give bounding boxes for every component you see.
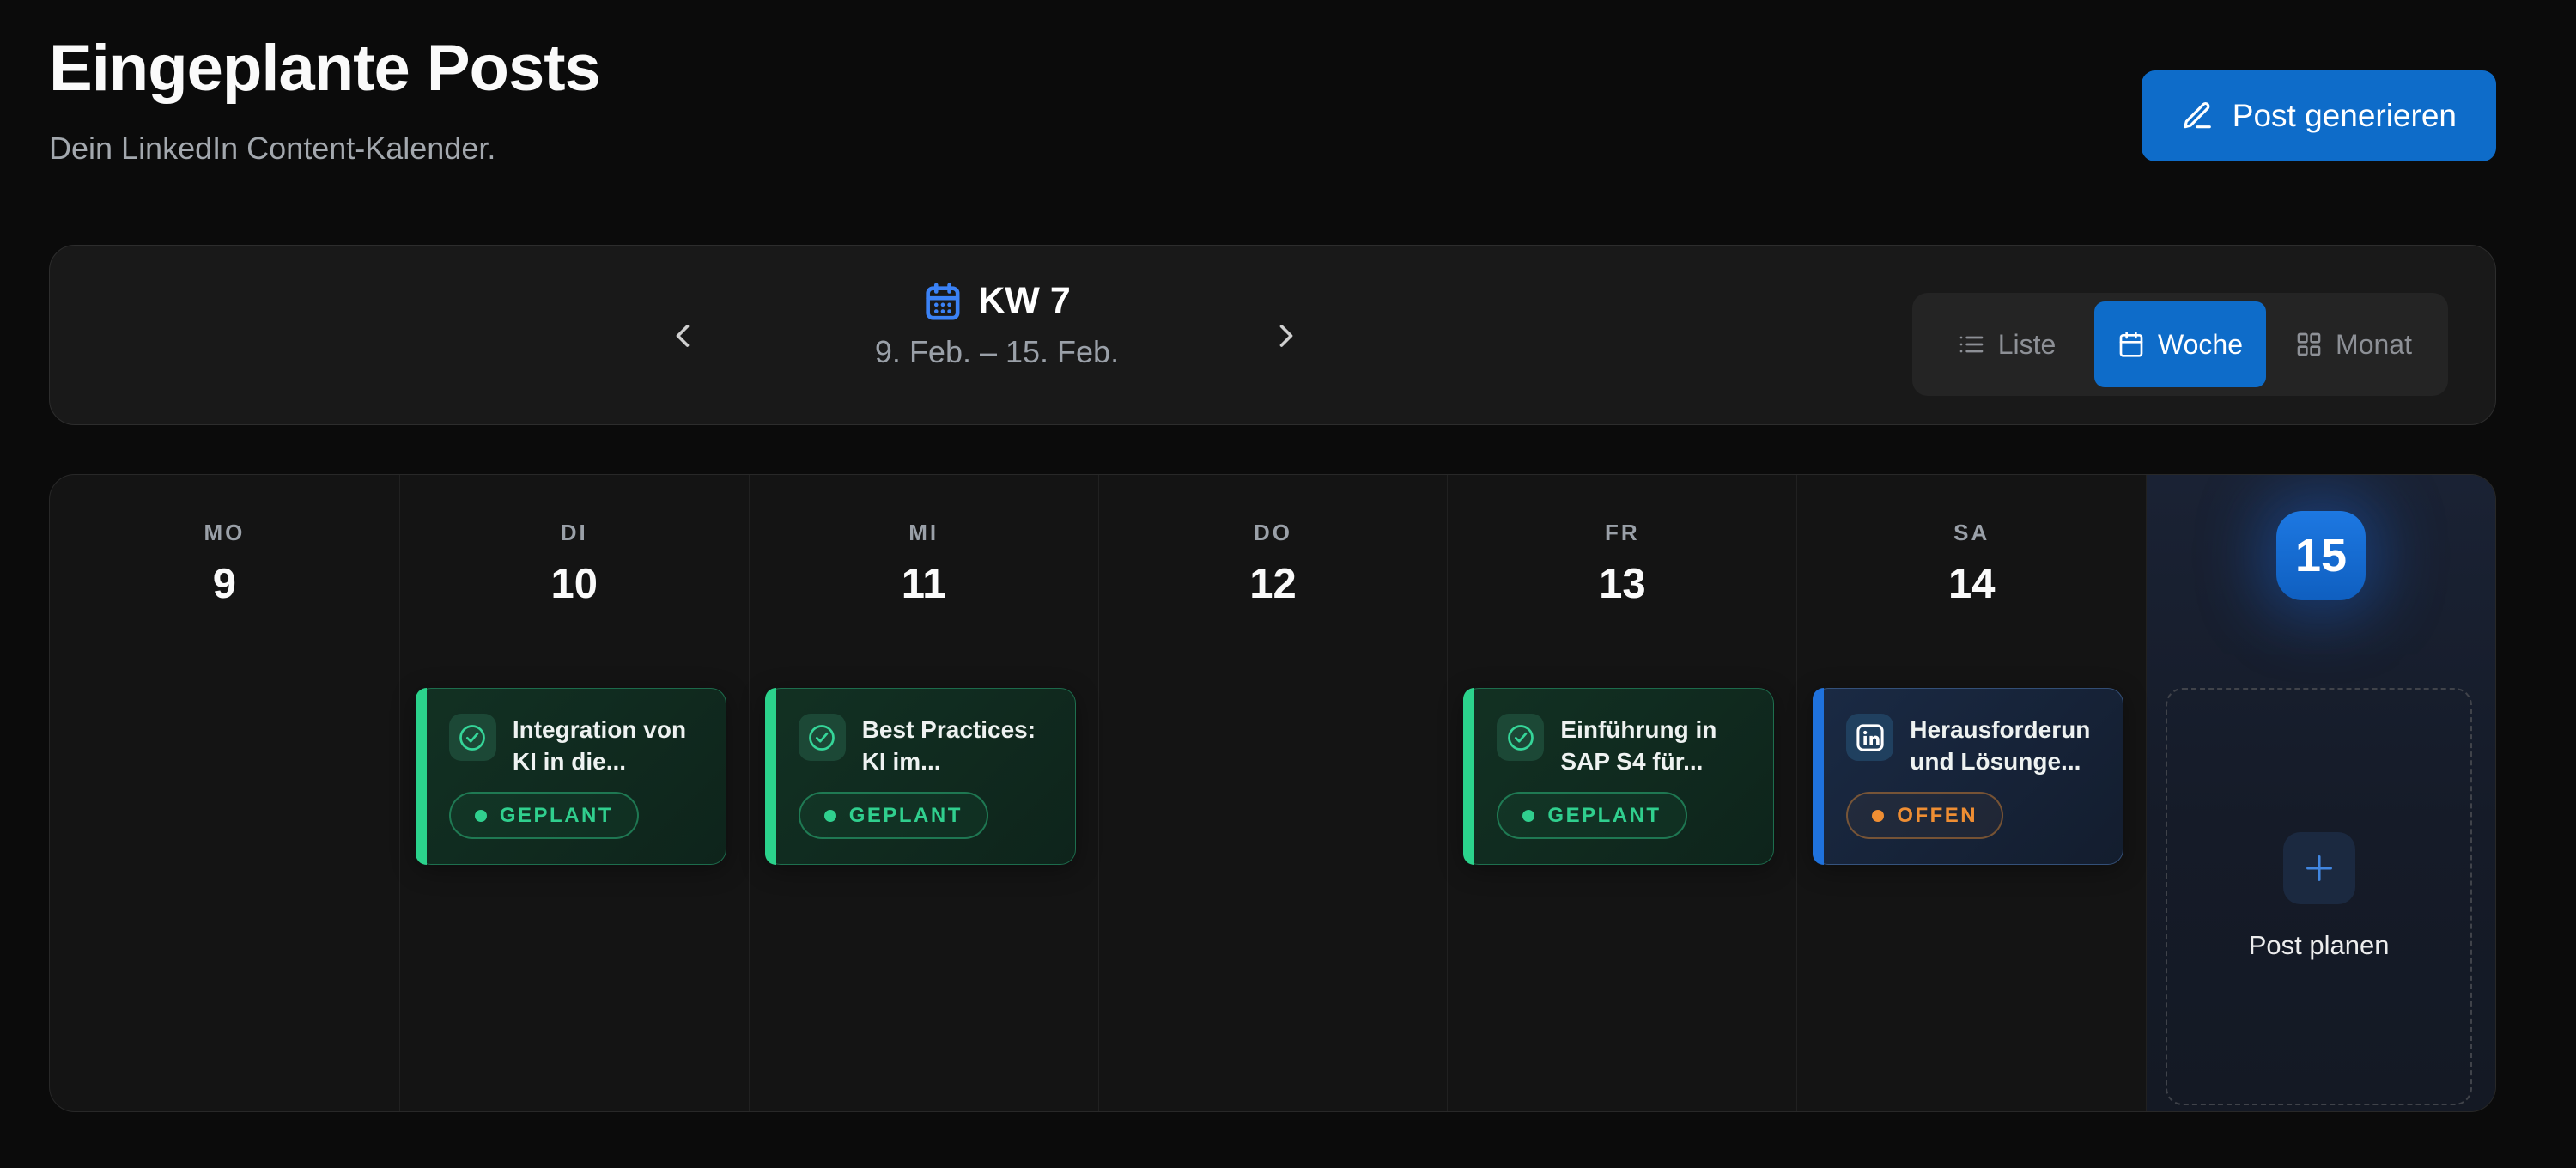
- view-toggle-week[interactable]: Woche: [2094, 301, 2266, 387]
- week-navigation-bar: KW 7 9. Feb. – 15. Feb. Liste Woche Mona…: [49, 245, 2496, 425]
- day-column-fr-13: FR 13 Einführung in SAP S4 für...: [1447, 475, 1796, 1111]
- view-toggle-list-label: Liste: [1998, 329, 2057, 361]
- post-title: Best Practices: KI im...: [862, 714, 1036, 777]
- current-week-display: KW 7 9. Feb. – 15. Feb.: [875, 280, 1119, 370]
- plan-post-label: Post planen: [2249, 930, 2390, 961]
- day-column-mi-11: MI 11 Best Practices: KI im...: [749, 475, 1098, 1111]
- day-number: 12: [1249, 560, 1297, 608]
- day-header: SA 14: [1797, 475, 2146, 666]
- day-header: MO 9: [50, 475, 399, 666]
- view-toggle-list[interactable]: Liste: [1921, 301, 2093, 387]
- calendar-week-icon: [2117, 331, 2145, 358]
- day-body: Best Practices: KI im... GEPLANT: [750, 666, 1098, 1111]
- card-accent-stripe: [765, 688, 776, 865]
- status-badge: OFFEN: [1846, 792, 2003, 839]
- chevron-left-icon: [664, 317, 702, 355]
- week-calendar-grid: MO 9 DI 10 Integration von KI: [49, 474, 2496, 1112]
- post-title: Integration von KI in die...: [513, 714, 686, 777]
- day-column-do-12: DO 12: [1098, 475, 1448, 1111]
- post-card[interactable]: Herausforderun und Lösunge... OFFEN: [1813, 688, 2123, 865]
- generate-post-label: Post generieren: [2233, 98, 2457, 134]
- day-body: Post planen: [2147, 666, 2495, 1111]
- status-dot-icon: [824, 810, 836, 822]
- list-icon: [1958, 331, 1985, 358]
- day-weekday-label: SA: [1953, 520, 1990, 546]
- card-accent-stripe: [1463, 688, 1474, 865]
- day-header: FR 13: [1448, 475, 1796, 666]
- status-dot-icon: [1522, 810, 1534, 822]
- week-label: KW 7: [978, 280, 1071, 322]
- day-column-di-10: DI 10 Integration von KI in die...: [399, 475, 749, 1111]
- day-column-mo-9: MO 9: [50, 475, 399, 1111]
- day-weekday-label: MO: [204, 520, 245, 546]
- week-date-range: 9. Feb. – 15. Feb.: [875, 334, 1119, 370]
- previous-week-button[interactable]: [647, 300, 719, 372]
- day-weekday-label: FR: [1605, 520, 1640, 546]
- day-body: Integration von KI in die... GEPLANT: [400, 666, 749, 1111]
- check-circle-icon: [799, 714, 846, 761]
- view-toggle-month[interactable]: Monat: [2268, 301, 2439, 387]
- card-accent-stripe: [1813, 688, 1824, 865]
- day-body: [1099, 666, 1448, 1111]
- page-subtitle: Dein LinkedIn Content-Kalender.: [49, 131, 495, 167]
- view-toggle-week-label: Woche: [2158, 329, 2243, 361]
- day-body: [50, 666, 399, 1111]
- check-circle-icon: [1497, 714, 1544, 761]
- today-date-badge: 15: [2276, 511, 2366, 600]
- day-number: 10: [551, 560, 598, 608]
- day-weekday-label: DO: [1254, 520, 1292, 546]
- plus-icon: [2283, 832, 2355, 904]
- day-body: Einführung in SAP S4 für... GEPLANT: [1448, 666, 1796, 1111]
- plan-post-button[interactable]: Post planen: [2166, 688, 2472, 1105]
- pen-icon: [2181, 100, 2214, 132]
- chevron-right-icon: [1267, 317, 1305, 355]
- generate-post-button[interactable]: Post generieren: [2142, 70, 2496, 161]
- status-badge: GEPLANT: [1497, 792, 1686, 839]
- view-toggle-month-label: Monat: [2336, 329, 2412, 361]
- post-title: Herausforderun und Lösunge...: [1910, 714, 2090, 777]
- post-card[interactable]: Integration von KI in die... GEPLANT: [416, 688, 726, 865]
- day-header: DI 10: [400, 475, 749, 666]
- day-number: 13: [1599, 560, 1646, 608]
- post-card[interactable]: Einführung in SAP S4 für... GEPLANT: [1463, 688, 1774, 865]
- status-badge: GEPLANT: [449, 792, 639, 839]
- status-dot-icon: [1872, 810, 1884, 822]
- status-badge: GEPLANT: [799, 792, 988, 839]
- day-number: 11: [902, 560, 946, 608]
- card-accent-stripe: [416, 688, 427, 865]
- linkedin-icon: [1846, 714, 1893, 761]
- day-number: 9: [213, 560, 236, 608]
- calendar-icon: [923, 282, 963, 321]
- post-title: Einführung in SAP S4 für...: [1560, 714, 1716, 777]
- status-dot-icon: [475, 810, 487, 822]
- day-number: 14: [1948, 560, 1996, 608]
- post-card[interactable]: Best Practices: KI im... GEPLANT: [765, 688, 1076, 865]
- page-header: Eingeplante Posts Dein LinkedIn Content-…: [49, 0, 2496, 245]
- day-weekday-label: DI: [561, 520, 588, 546]
- day-column-sa-14: SA 14 Herausforderun und Lösunge...: [1796, 475, 2146, 1111]
- day-body: Herausforderun und Lösunge... OFFEN: [1797, 666, 2146, 1111]
- grid-icon: [2295, 331, 2323, 358]
- page-title: Eingeplante Posts: [49, 31, 600, 106]
- check-circle-icon: [449, 714, 496, 761]
- day-column-so-15-today: 15 Post planen: [2146, 475, 2495, 1111]
- day-header: MI 11: [750, 475, 1098, 666]
- view-toggle-group: Liste Woche Monat: [1912, 293, 2448, 396]
- day-header: 15: [2147, 475, 2495, 666]
- day-weekday-label: MI: [908, 520, 939, 546]
- day-header: DO 12: [1099, 475, 1448, 666]
- next-week-button[interactable]: [1250, 300, 1322, 372]
